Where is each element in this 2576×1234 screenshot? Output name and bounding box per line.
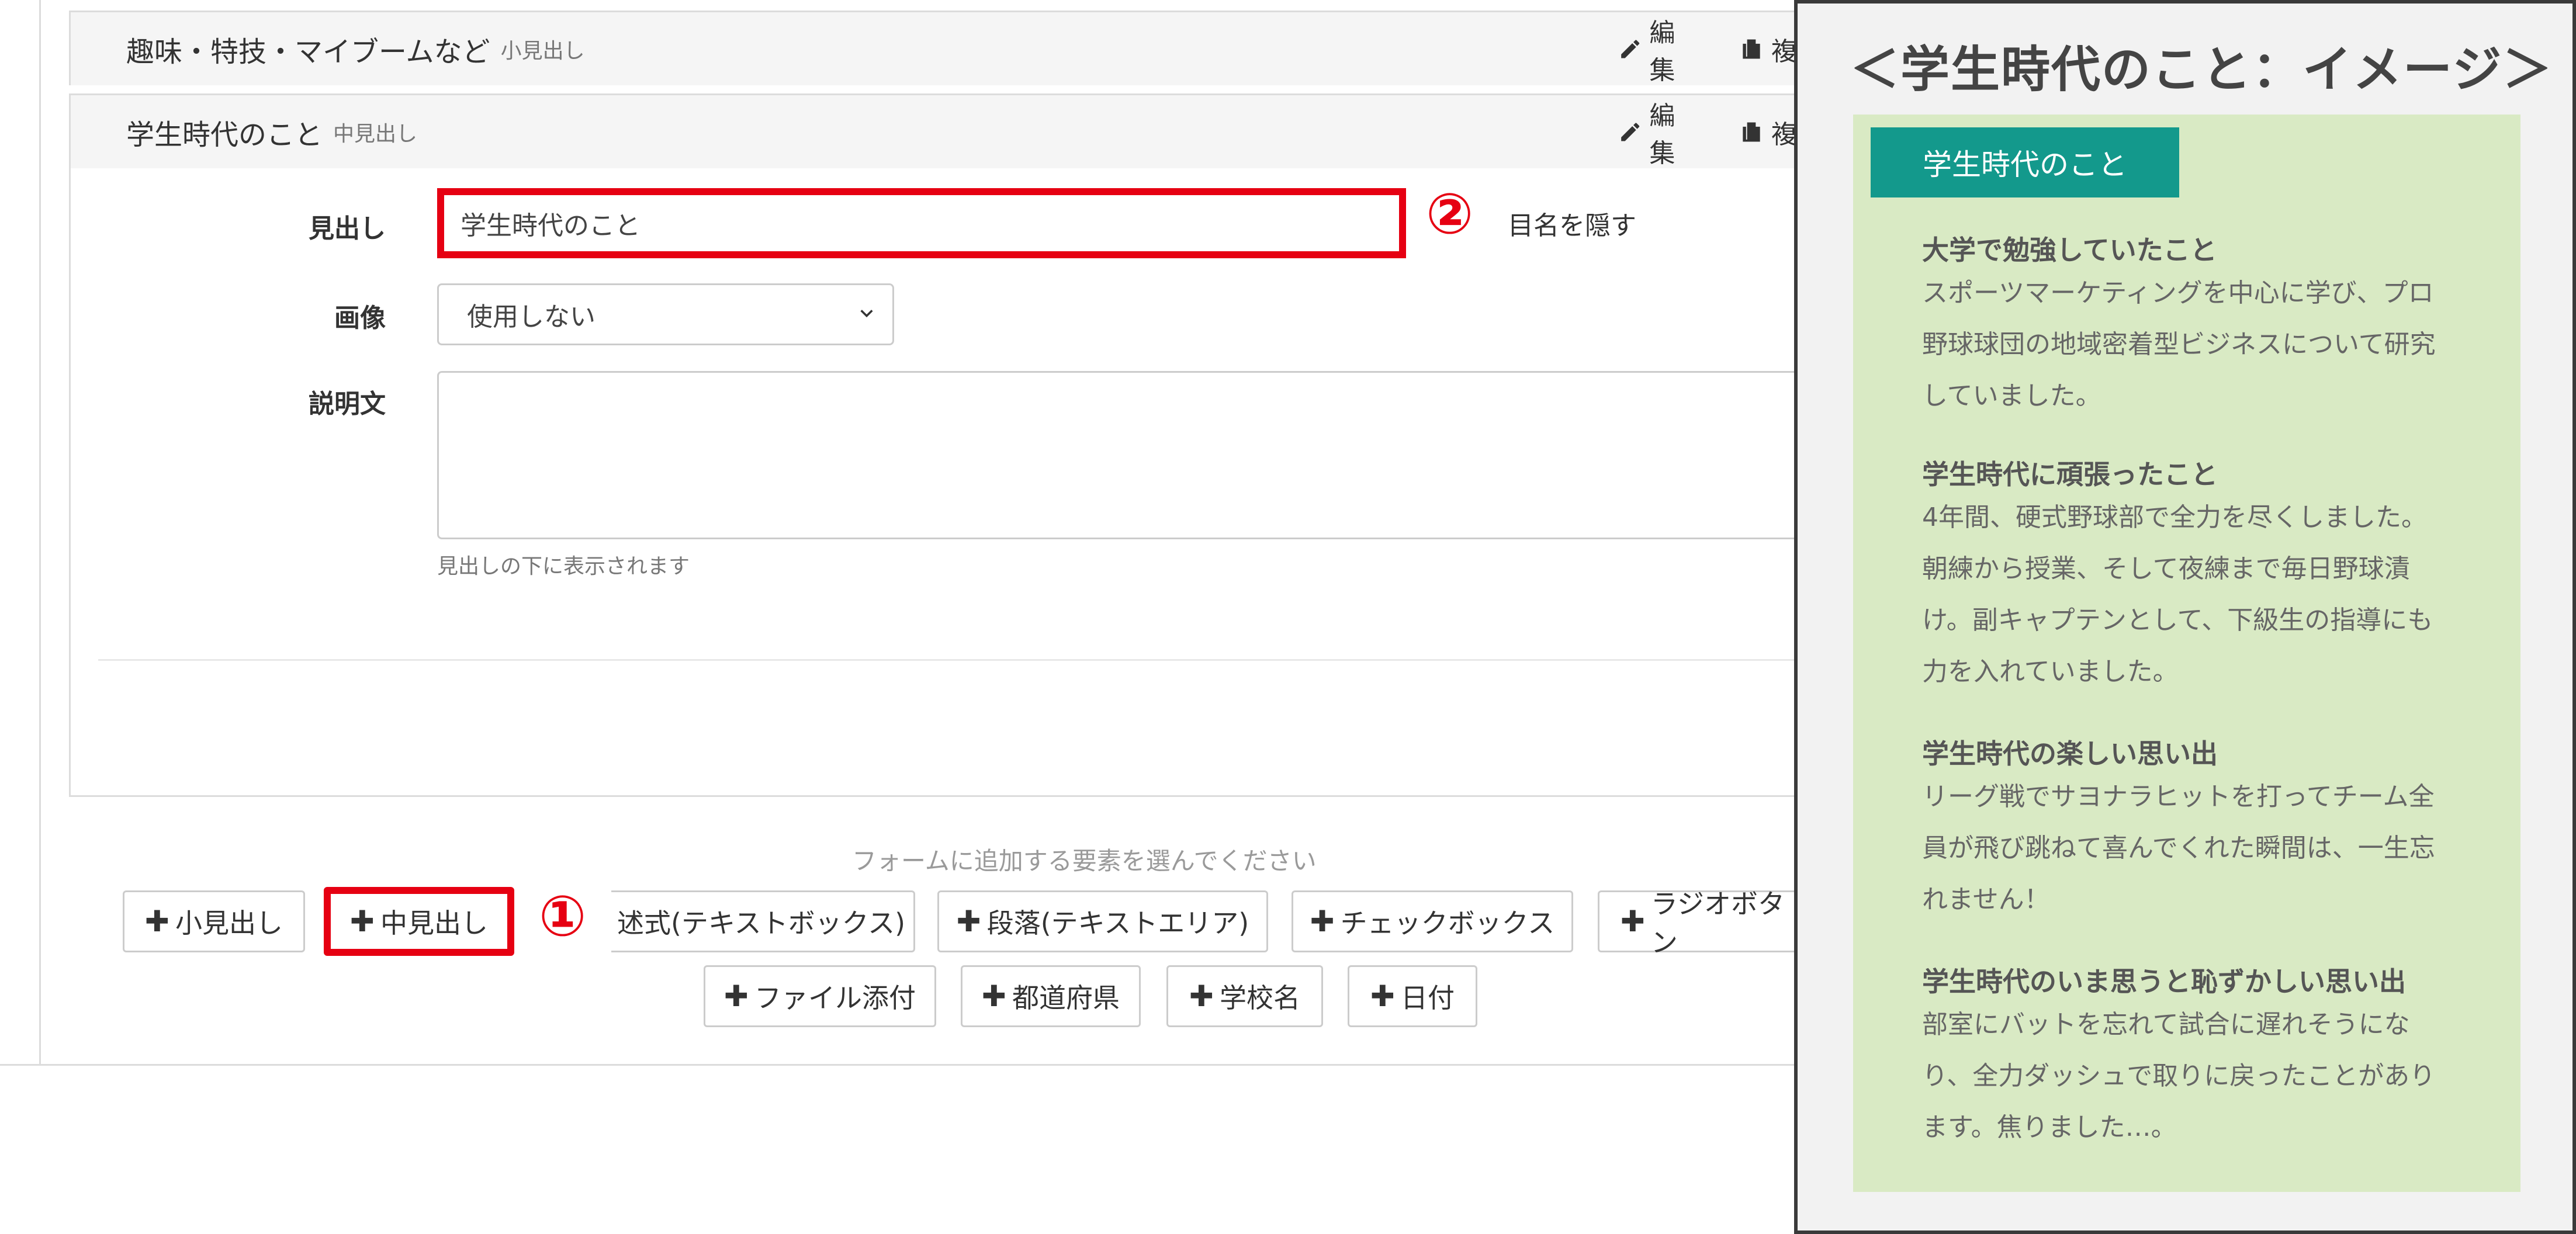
add-radio-button[interactable]: ✚ ラジオボタン [1598,888,1797,958]
description-help: 見出しの下に表示されます [437,554,690,578]
copy-icon [1743,122,1760,141]
add-prefecture-button[interactable]: ✚ 都道府県 [961,965,1141,1027]
preview-item-heading: 学生時代の楽しい思い出 [1922,738,2218,769]
button-label: 日付 [1400,982,1455,1014]
section-title: 趣味・特技・マイブームなど [126,35,490,68]
section-type: 中見出し [333,122,418,146]
description-textarea[interactable] [437,371,1797,539]
image-select-value: 使用しない [467,302,595,332]
copy-label: 複 [1771,36,1797,67]
preview-item-heading: 大学で勉強していたこと [1922,234,2217,266]
plus-icon: ✚ [982,979,1006,1013]
section-header[interactable]: 趣味・特技・マイブームなど 小見出し 編集 複 [71,12,1797,85]
button-label: 都道府県 [1012,982,1120,1014]
add-textarea-button[interactable]: ✚ 段落(テキストエリア) [937,890,1268,952]
preview-item-body: スポーツマーケティングを中心に学び、プロ野球球団の地域密着型ビジネスについて研究… [1922,278,2436,411]
button-label: 段落(テキストエリア) [986,907,1249,939]
copy-icon [1743,39,1760,58]
preview-item-body: 4年間、硬式野球部で全力を尽くしました。朝練から授業、そして夜練まで毎日野球漬け… [1922,502,2433,687]
plus-icon: ✚ [350,904,375,938]
add-school-button[interactable]: ✚ 学校名 [1166,965,1323,1027]
description-label: 説明文 [309,389,386,419]
preview-item-heading: 学生時代に頑張ったこと [1922,459,2218,490]
heading-label: 見出し [309,214,386,244]
section-type: 小見出し [500,39,585,63]
preview-title: ＜学生時代のこと：イメージ＞ [1850,41,2553,98]
preview-item-heading: 学生時代のいま思うと恥ずかしい思い出 [1922,966,2406,997]
heading-input-value: 学生時代のこと [461,211,640,241]
button-label: 小見出し [175,907,283,939]
hide-heading-checkbox-label[interactable]: 目名を隠す [1508,204,1636,242]
button-label: チェックボックス [1340,907,1555,939]
callout-two: ② [1426,181,1474,247]
add-small-heading-button[interactable]: ✚ 小見出し [123,890,305,952]
button-label: 中見出し [380,907,488,939]
edit-label: 編集 [1649,18,1675,85]
preview-panel: ＜学生時代のこと：イメージ＞ 学生時代のこと 大学で勉強していたこと スポーツマ… [1794,0,2576,1234]
preview-card: 学生時代のこと 大学で勉強していたこと スポーツマーケティングを中心に学び、プロ… [1853,115,2520,1192]
button-label: ラジオボタン [1650,888,1785,958]
preview-item-body: 部室にバットを忘れて試合に遅れそうになり、全力ダッシュで取りに戻ったことがありま… [1922,1010,2436,1142]
copy-button[interactable]: 複 [1739,113,1797,151]
section-header[interactable]: 学生時代のこと 中見出し 編集 複 [71,95,1797,168]
copy-label: 複 [1771,119,1797,150]
add-element-hint: フォームに追加する要素を選んでください [852,847,1317,875]
edit-label: 編集 [1649,100,1675,168]
preview-heading-tag: 学生時代のこと [1871,127,2179,197]
add-checkbox-button[interactable]: ✚ チェックボックス [1292,890,1573,952]
copy-button[interactable]: 複 [1739,30,1797,68]
button-label: ファイル添付 [754,982,916,1014]
form-rail [0,0,41,1066]
button-label: 学校名 [1219,982,1300,1014]
edit-button[interactable]: 編集 [1618,95,1698,169]
plus-icon: ✚ [145,904,169,938]
add-date-button[interactable]: ✚ 日付 [1348,965,1477,1027]
image-select[interactable]: 使用しない [437,283,894,345]
callout-one: ① [539,883,587,949]
section-actions: 編集 複 [1618,95,1797,168]
section-actions: 編集 複 [1618,12,1797,85]
section-title: 学生時代のこと [126,118,323,151]
add-textbox-button[interactable]: 述式(テキストボックス) [611,890,915,952]
divider [98,659,1797,661]
plus-icon: ✚ [1370,979,1395,1013]
heading-input[interactable]: 学生時代のこと [437,188,1406,258]
plus-icon: ✚ [1189,979,1214,1013]
plus-icon: ✚ [1621,904,1645,938]
section-hobbies[interactable]: 趣味・特技・マイブームなど 小見出し 編集 複 [69,11,1797,85]
pencil-icon [1621,123,1640,141]
add-medium-heading-button[interactable]: ✚ 中見出し [324,887,514,956]
add-file-button[interactable]: ✚ ファイル添付 [704,965,936,1027]
pencil-icon [1621,40,1640,58]
button-label: 述式(テキストボックス) [617,907,906,939]
edit-button[interactable]: 編集 [1618,12,1698,86]
plus-icon: ✚ [724,979,749,1013]
image-label: 画像 [334,303,386,333]
plus-icon: ✚ [956,904,981,938]
chevron-down-icon [860,310,873,318]
plus-icon: ✚ [1310,904,1335,938]
preview-item-body: リーグ戦でサヨナラヒットを打ってチーム全員が飛び跳ねて喜んでくれた瞬間は、一生忘… [1922,782,2435,914]
